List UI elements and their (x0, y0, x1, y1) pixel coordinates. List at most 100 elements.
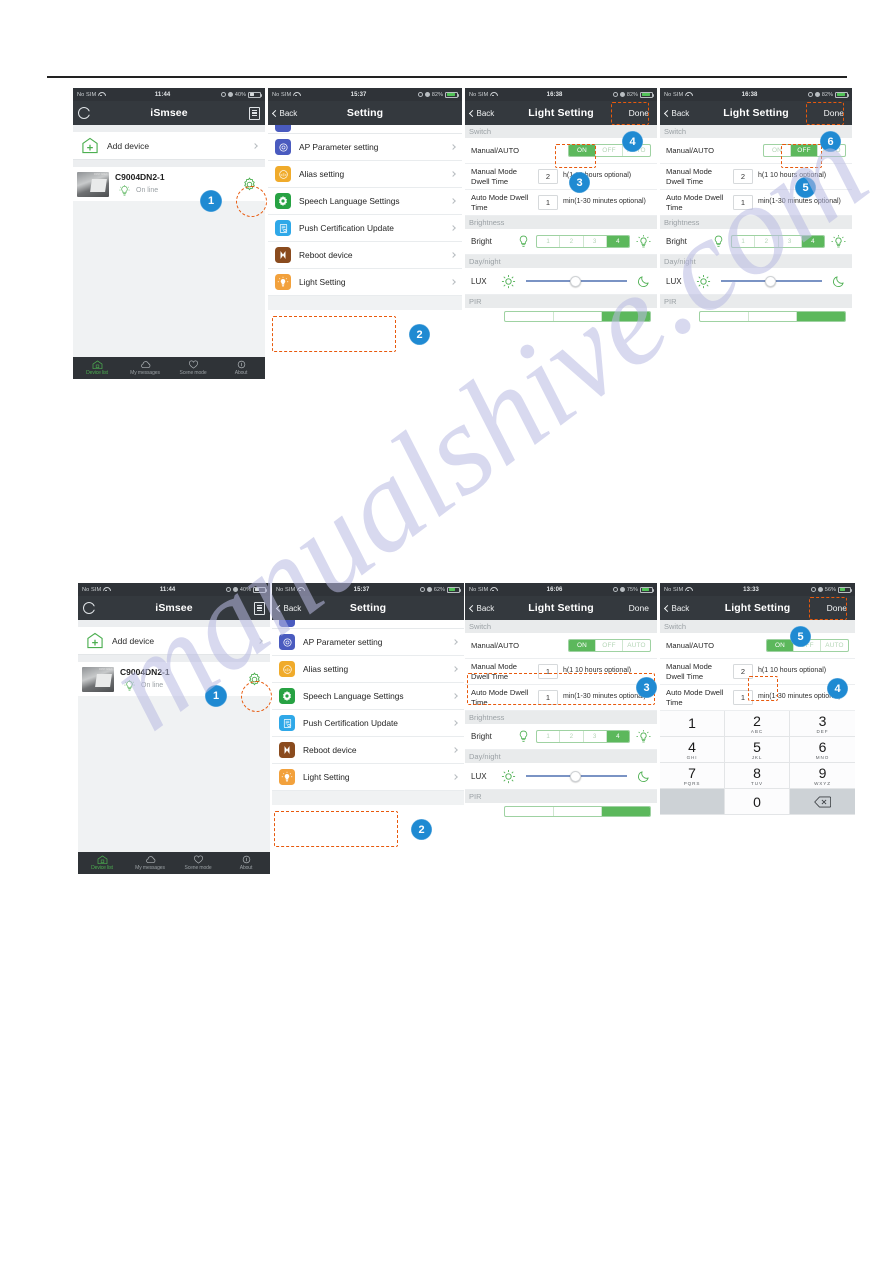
done-button[interactable]: Done (626, 602, 652, 615)
key-2[interactable]: 2 ABC (725, 711, 790, 737)
manual-dwell-input[interactable]: 2 (538, 169, 558, 184)
manual-dwell-input[interactable]: 2 (733, 664, 753, 679)
auto-dwell-input[interactable]: 1 (538, 690, 558, 705)
brightness-segmented[interactable]: 1 2 3 4 (731, 235, 825, 248)
brightness-level-4[interactable]: 4 (606, 731, 629, 742)
key-7[interactable]: 7 PQRS (660, 763, 725, 789)
back-button[interactable]: Back (271, 109, 297, 118)
tab-my-messages[interactable]: My messages (121, 360, 169, 376)
backspace-icon (814, 795, 831, 808)
back-button[interactable]: Back (468, 109, 494, 118)
back-button[interactable]: Back (663, 604, 689, 613)
tab-device-list[interactable]: Device list (73, 360, 121, 376)
segment-on[interactable]: ON (569, 640, 596, 651)
sidebar-item-push-certification[interactable]: Push Certification Update (272, 710, 464, 737)
lux-slider[interactable] (522, 275, 631, 288)
key-0[interactable]: 0 (725, 789, 790, 815)
device-row[interactable]: FIRST AREA C9004DN2-1 On line (78, 662, 270, 696)
sidebar-item-reboot-device[interactable]: Reboot device (268, 242, 462, 269)
key-5[interactable]: 5 JKL (725, 737, 790, 763)
auto-dwell-input[interactable]: 1 (538, 195, 558, 210)
pir-row (465, 308, 657, 324)
key-4[interactable]: 4 GHI (660, 737, 725, 763)
device-row[interactable]: FIRST AREA C9004DN2-1 On line (73, 167, 265, 201)
segment-off[interactable]: OFF (791, 145, 818, 156)
segment-off[interactable]: OFF (596, 640, 623, 651)
sidebar-item-light-setting[interactable]: Light Setting (268, 269, 462, 296)
tab-scene-mode[interactable]: Scene mode (174, 855, 222, 871)
key-3[interactable]: 3 DEF (790, 711, 855, 737)
back-button[interactable]: Back (663, 109, 689, 118)
tab-label: Device list (86, 370, 108, 376)
sidebar-item-alias-setting[interactable]: </> Alias setting (272, 656, 464, 683)
pir-segmented[interactable] (504, 805, 651, 817)
manual-dwell-input[interactable]: 1 (538, 664, 558, 679)
brightness-level-1[interactable]: 1 (732, 236, 756, 247)
brightness-level-2[interactable]: 2 (755, 236, 779, 247)
document-list-icon[interactable] (249, 106, 260, 120)
wifi-icon (297, 587, 303, 592)
brightness-level-3[interactable]: 3 (779, 236, 802, 247)
gear-icon[interactable] (242, 177, 257, 192)
brightness-level-3[interactable]: 3 (584, 731, 607, 742)
brightness-level-1[interactable]: 1 (537, 731, 561, 742)
sidebar-item-reboot-device[interactable]: Reboot device (272, 737, 464, 764)
key-8[interactable]: 8 TUV (725, 763, 790, 789)
lux-slider[interactable] (522, 770, 631, 783)
lux-slider[interactable] (717, 275, 826, 288)
pir-segmented[interactable] (699, 310, 846, 322)
brightness-segmented[interactable]: 1 2 3 4 (536, 730, 630, 743)
back-button[interactable]: Back (468, 604, 494, 613)
key-6[interactable]: 6 MNO (790, 737, 855, 763)
sidebar-item-ap-parameter[interactable]: AP Parameter setting (272, 629, 464, 656)
brightness-segmented[interactable]: 1 2 3 4 (536, 235, 630, 248)
segment-off[interactable]: OFF (596, 145, 623, 156)
document-list-icon[interactable] (254, 601, 265, 615)
sidebar-item-speech-language[interactable]: Speech Language Settings (272, 683, 464, 710)
back-button[interactable]: Back (275, 604, 301, 613)
done-button[interactable]: Done (824, 602, 850, 615)
tab-device-list[interactable]: Device list (78, 855, 126, 871)
brightness-level-4[interactable]: 4 (801, 236, 824, 247)
sidebar-item-light-setting[interactable]: Light Setting (272, 764, 464, 791)
refresh-icon[interactable] (78, 107, 90, 119)
done-button[interactable]: Done (821, 107, 847, 120)
add-device-row[interactable]: Add device (73, 132, 265, 160)
refresh-icon[interactable] (83, 602, 95, 614)
manual-auto-segmented[interactable]: ON OFF AUTO (568, 639, 651, 652)
done-button[interactable]: Done (626, 107, 652, 120)
gear-icon[interactable] (247, 672, 262, 687)
brightness-level-2[interactable]: 2 (560, 236, 584, 247)
brightness-level-3[interactable]: 3 (584, 236, 607, 247)
segment-on[interactable]: ON (569, 145, 596, 156)
battery-icon (248, 91, 263, 98)
key-backspace[interactable] (790, 789, 855, 815)
light-bulb-icon (279, 769, 295, 785)
sidebar-item-push-certification[interactable]: Push Certification Update (268, 215, 462, 242)
key-9[interactable]: 9 WXYZ (790, 763, 855, 789)
slider-knob[interactable] (569, 275, 581, 287)
segment-auto[interactable]: AUTO (821, 640, 848, 651)
sidebar-item-ap-parameter[interactable]: AP Parameter setting (268, 134, 462, 161)
slider-knob[interactable] (569, 770, 581, 782)
manual-dwell-input[interactable]: 2 (733, 169, 753, 184)
tab-my-messages[interactable]: My messages (126, 855, 174, 871)
sidebar-item-alias-setting[interactable]: </> Alias setting (268, 161, 462, 188)
segment-auto[interactable]: AUTO (623, 640, 650, 651)
tab-about[interactable]: About (217, 360, 265, 376)
segment-on[interactable]: ON (764, 145, 791, 156)
tab-scene-mode[interactable]: Scene mode (169, 360, 217, 376)
brightness-level-1[interactable]: 1 (537, 236, 561, 247)
auto-dwell-input[interactable]: 1 (733, 690, 753, 705)
tab-about[interactable]: About (222, 855, 270, 871)
brightness-level-2[interactable]: 2 (560, 731, 584, 742)
brightness-level-4[interactable]: 4 (606, 236, 629, 247)
key-1[interactable]: 1 (660, 711, 725, 737)
sidebar-item-speech-language[interactable]: Speech Language Settings (268, 188, 462, 215)
pir-segmented[interactable] (504, 310, 651, 322)
auto-dwell-input[interactable]: 1 (733, 195, 753, 210)
page-top-rule (47, 76, 847, 78)
add-device-row[interactable]: Add device (78, 627, 270, 655)
slider-knob[interactable] (764, 275, 776, 287)
segment-on[interactable]: ON (767, 640, 794, 651)
